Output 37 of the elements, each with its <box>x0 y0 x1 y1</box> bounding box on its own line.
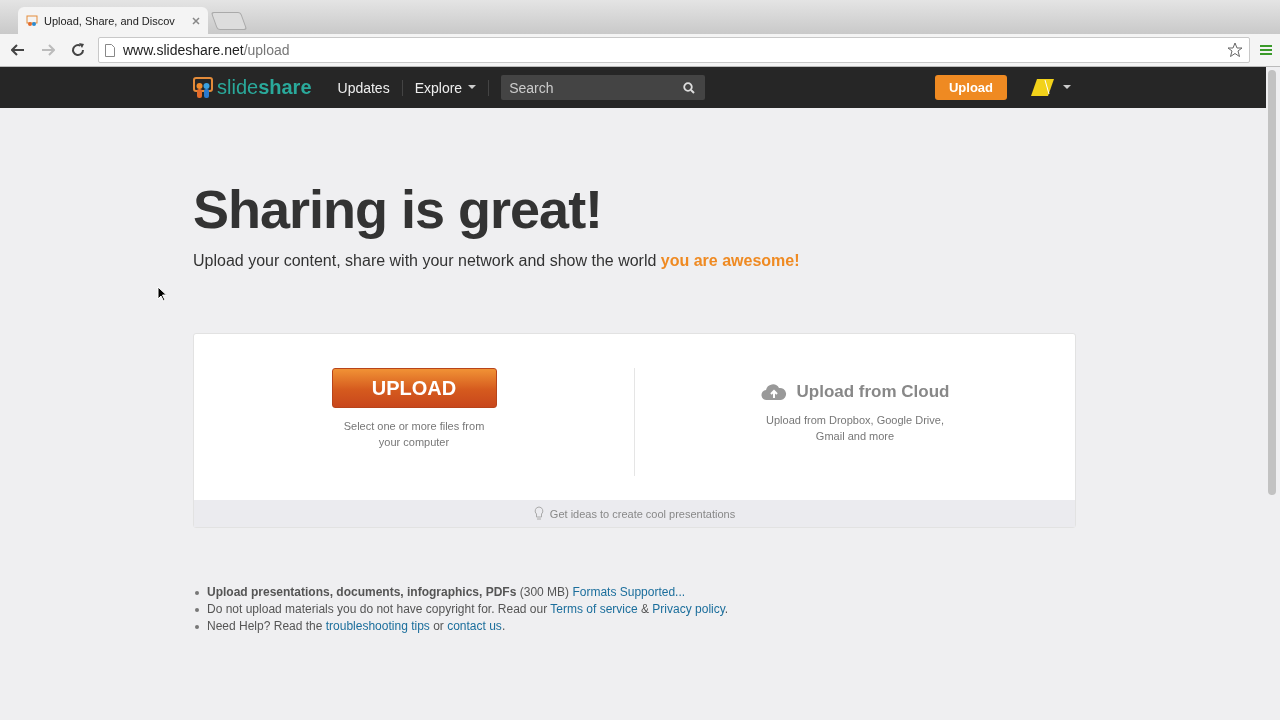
text-link[interactable]: Formats Supported... <box>572 585 686 599</box>
search-field[interactable]: Search <box>501 75 706 100</box>
text-link[interactable]: Terms of service <box>550 602 638 616</box>
lightbulb-icon <box>533 506 544 521</box>
address-bar[interactable]: www.slideshare.net/upload <box>98 37 1250 63</box>
ideas-link[interactable]: Get ideas to create cool presentations <box>549 507 736 520</box>
page-title: Sharing is great! <box>193 178 604 240</box>
text-link[interactable]: troubleshooting tips <box>325 619 430 633</box>
subtitle: Upload your content, share with your network and show the world you are awesome! <box>193 252 801 270</box>
nav-link[interactable]: Explore <box>402 79 490 96</box>
close-icon[interactable] <box>192 16 200 25</box>
scrollbar[interactable] <box>1268 70 1276 495</box>
star-icon[interactable] <box>1227 42 1243 58</box>
cloud-upload-icon <box>760 383 787 401</box>
note-text: Do not upload materials you do not have copyright for. Read our Terms of service & Privacy policy. <box>207 601 729 618</box>
search-icon[interactable] <box>683 82 696 94</box>
nav-link[interactable]: Updates <box>325 79 403 96</box>
bullet-icon <box>195 590 199 595</box>
text-link[interactable]: Privacy policy <box>652 602 725 616</box>
upload-caption: Select one or more files from your computer <box>342 419 486 450</box>
caret-icon[interactable] <box>1063 85 1071 90</box>
slides-icon <box>26 14 38 27</box>
text-link[interactable]: contact us <box>447 619 502 633</box>
menu-icon[interactable] <box>1260 44 1272 56</box>
page-icon <box>105 43 115 57</box>
logo-text[interactable]: slideshare <box>217 76 312 99</box>
avatar-icon[interactable] <box>1031 76 1055 99</box>
bullet-icon <box>195 607 199 612</box>
note-text: Need Help? Read the troubleshooting tips or contact us. <box>207 618 506 635</box>
mouse-pointer-icon <box>157 286 167 302</box>
logo-icon <box>193 76 213 99</box>
cloud-upload-link[interactable]: Upload from Cloud <box>760 382 950 402</box>
browser-tab[interactable]: Upload, Share, and Discov <box>18 7 208 34</box>
bullet-icon <box>195 624 199 629</box>
upload-button[interactable]: UPLOAD <box>331 368 497 408</box>
note-text: Upload presentations, documents, infographics, PDFs (300 MB) Formats Supported... <box>207 584 686 601</box>
cloud-caption: Upload from Dropbox, Google Drive, Gmail and more <box>765 413 945 444</box>
